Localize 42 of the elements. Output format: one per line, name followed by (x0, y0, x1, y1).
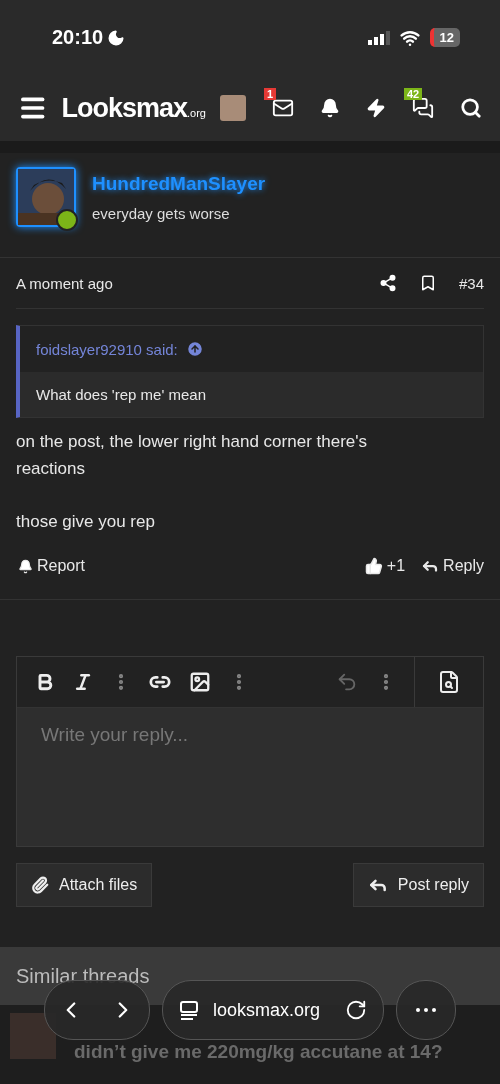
thumbs-up-icon (364, 557, 383, 575)
attach-files-button[interactable]: Attach files (16, 863, 153, 907)
quote-text: What does 'rep me' mean (36, 386, 206, 403)
reply-field[interactable]: Write your reply... (17, 708, 483, 846)
post-time[interactable]: A moment ago (16, 274, 113, 292)
signal-icon (367, 30, 390, 45)
clock: 20:10 (52, 26, 104, 49)
arrow-up-icon[interactable] (185, 340, 204, 358)
bell-icon (320, 98, 340, 118)
undo-icon[interactable] (336, 671, 358, 693)
chat-icon (412, 97, 434, 119)
report-link[interactable]: Report (37, 557, 86, 575)
site-logo[interactable]: Looksmax.org (61, 92, 206, 124)
image-icon[interactable] (189, 671, 211, 693)
bell-icon (18, 558, 33, 574)
battery-indicator: 12 (429, 28, 460, 47)
section-title: Similar threads (16, 964, 150, 988)
reload-icon[interactable] (345, 999, 367, 1021)
author-name[interactable]: HundredManSlayer (92, 173, 266, 195)
reply-link[interactable]: Reply (443, 557, 484, 575)
author-avatar[interactable] (16, 167, 76, 227)
post-number[interactable]: #34 (458, 274, 484, 292)
preview-icon[interactable] (437, 670, 461, 694)
mail-icon (272, 97, 294, 119)
count-badge: 42 (404, 88, 423, 100)
moon-icon (107, 28, 126, 47)
post-reply-button[interactable]: Post reply (352, 863, 484, 907)
count-badge: 1 (264, 88, 277, 100)
url-text: looksmax.org (213, 999, 321, 1021)
share-icon[interactable] (378, 274, 397, 292)
tabs-icon (179, 1000, 199, 1020)
quote-author[interactable]: foidslayer92910 said: (36, 340, 178, 358)
more-icon (416, 1008, 436, 1012)
post-text: those give you rep (16, 511, 156, 533)
reaction-count[interactable]: +1 (386, 557, 406, 575)
search-icon (460, 97, 482, 119)
user-title: everyday gets worse (92, 205, 231, 222)
post-text: on the post, the lower right hand corner there's reactions (16, 431, 368, 480)
address-bar[interactable]: looksmax.org (162, 980, 384, 1040)
italic-icon[interactable] (73, 672, 93, 692)
bolt-icon (366, 98, 386, 118)
paperclip-icon (31, 876, 49, 894)
